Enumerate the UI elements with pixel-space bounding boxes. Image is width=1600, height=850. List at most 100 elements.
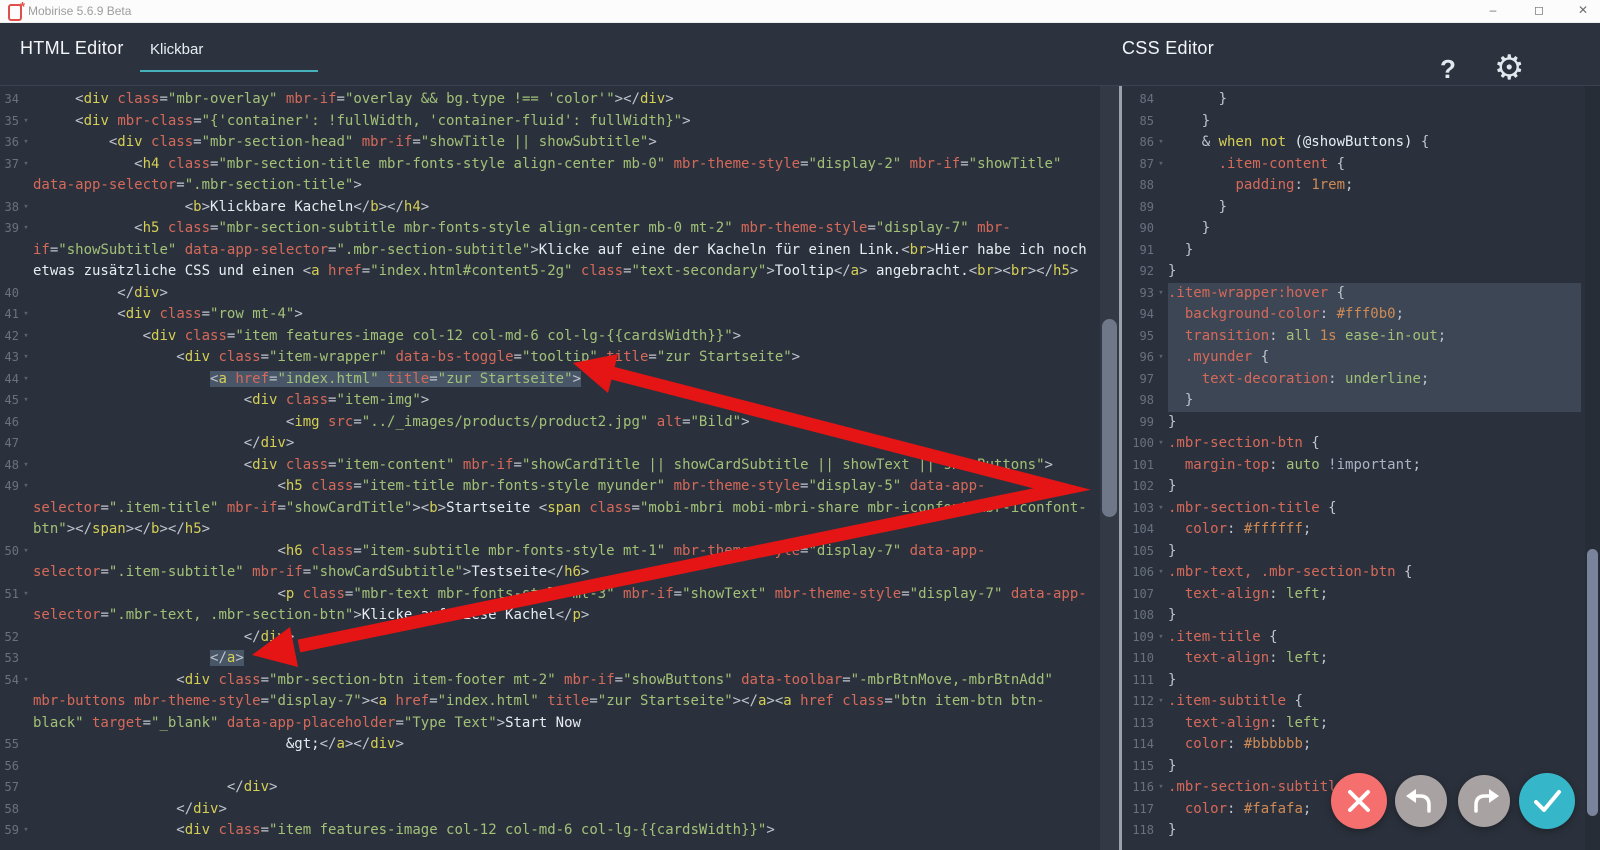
settings-gear-icon[interactable]: ⚙ <box>1494 48 1524 88</box>
fold-arrow-icon[interactable]: ▾ <box>1154 433 1168 455</box>
code-line[interactable]: 87▾ .item-content { <box>1122 154 1600 176</box>
code-line[interactable]: 111} <box>1122 670 1600 692</box>
code-line[interactable]: 43▾ <div class="item-wrapper" data-bs-to… <box>0 347 1119 369</box>
scrollbar-thumb[interactable] <box>1587 549 1598 816</box>
code-line[interactable]: 104 color: #ffffff; <box>1122 519 1600 541</box>
fold-arrow-icon[interactable]: ▾ <box>1154 691 1168 713</box>
code-line[interactable]: 102} <box>1122 476 1600 498</box>
code-line[interactable]: 41▾ <div class="row mt-4"> <box>0 304 1119 326</box>
fold-arrow-icon[interactable]: ▾ <box>19 304 33 326</box>
code-line[interactable]: 92} <box>1122 261 1600 283</box>
code-line[interactable]: 84 } <box>1122 89 1600 111</box>
fold-arrow-icon[interactable]: ▾ <box>1154 154 1168 176</box>
minimize-button[interactable]: – <box>1478 0 1508 22</box>
code-line[interactable]: 48▾ <div class="item-content" mbr-if="sh… <box>0 455 1119 477</box>
fold-arrow-icon[interactable]: ▾ <box>19 584 33 606</box>
fold-arrow-icon[interactable]: ▾ <box>19 476 33 498</box>
code-line[interactable]: 106▾.mbr-text, .mbr-section-btn { <box>1122 562 1600 584</box>
code-line[interactable]: 35▾ <div mbr-class="{'container': !fullW… <box>0 111 1119 133</box>
discard-button[interactable] <box>1331 773 1387 829</box>
css-editor-scrollbar[interactable] <box>1585 86 1600 850</box>
fold-arrow-icon[interactable]: ▾ <box>19 347 33 369</box>
fold-arrow-icon[interactable]: ▾ <box>19 218 33 240</box>
redo-button[interactable] <box>1458 775 1510 827</box>
code-line[interactable]: 107 text-align: left; <box>1122 584 1600 606</box>
code-line[interactable]: 47 </div> <box>0 433 1119 455</box>
fold-arrow-icon[interactable]: ▾ <box>1154 562 1168 584</box>
code-line[interactable]: 39▾ <h5 class="mbr-section-subtitle mbr-… <box>0 218 1119 283</box>
code-line[interactable]: 86▾ & when not (@showButtons) { <box>1122 132 1600 154</box>
maximize-button[interactable]: ◻ <box>1524 0 1554 22</box>
code-line[interactable]: 112▾.item-subtitle { <box>1122 691 1600 713</box>
code-line[interactable]: 37▾ <h4 class="mbr-section-title mbr-fon… <box>0 154 1119 197</box>
code-line[interactable]: 58 </div> <box>0 799 1119 821</box>
html-code-editor[interactable]: 34 <div class="mbr-overlay" mbr-if="over… <box>0 86 1119 850</box>
code-line[interactable]: 40 </div> <box>0 283 1119 305</box>
code-line[interactable]: 105} <box>1122 541 1600 563</box>
fold-arrow-icon[interactable]: ▾ <box>19 369 33 391</box>
code-line[interactable]: 42▾ <div class="item features-image col-… <box>0 326 1119 348</box>
close-window-button[interactable]: ✕ <box>1568 0 1598 22</box>
fold-arrow-icon[interactable]: ▾ <box>1154 627 1168 649</box>
css-code-editor[interactable]: 84 }85 }86▾ & when not (@showButtons) {8… <box>1122 86 1600 850</box>
code-line[interactable]: 114 color: #bbbbbb; <box>1122 734 1600 756</box>
fold-arrow-icon[interactable]: ▾ <box>1154 347 1168 369</box>
fold-arrow-icon[interactable]: ▾ <box>19 541 33 563</box>
fold-arrow-icon[interactable]: ▾ <box>19 326 33 348</box>
code-line[interactable]: 101 margin-top: auto !important; <box>1122 455 1600 477</box>
code-line[interactable]: 45▾ <div class="item-img"> <box>0 390 1119 412</box>
code-line[interactable]: 59▾ <div class="item features-image col-… <box>0 820 1119 842</box>
code-line[interactable]: 100▾.mbr-section-btn { <box>1122 433 1600 455</box>
code-line[interactable]: 53 </a> <box>0 648 1119 670</box>
code-line[interactable]: 91 } <box>1122 240 1600 262</box>
undo-button[interactable] <box>1395 775 1447 827</box>
code-line[interactable]: 90 } <box>1122 218 1600 240</box>
code-line[interactable]: 98 } <box>1122 390 1600 412</box>
code-line[interactable]: 54▾ <div class="mbr-section-btn item-foo… <box>0 670 1119 735</box>
scrollbar-thumb[interactable] <box>1102 319 1117 517</box>
html-editor-scrollbar[interactable] <box>1100 86 1119 850</box>
code-line[interactable]: 97 text-decoration: underline; <box>1122 369 1600 391</box>
code-line[interactable]: 95 transition: all 1s ease-in-out; <box>1122 326 1600 348</box>
code-line[interactable]: 50▾ <h6 class="item-subtitle mbr-fonts-s… <box>0 541 1119 584</box>
fold-arrow-icon[interactable]: ▾ <box>1154 132 1168 154</box>
code-line[interactable]: 56 <box>0 756 1119 778</box>
fold-arrow-icon[interactable]: ▾ <box>19 132 33 154</box>
code-line[interactable]: 44▾ <a href="index.html" title="zur Star… <box>0 369 1119 391</box>
code-line[interactable]: 85 } <box>1122 111 1600 133</box>
fold-arrow-icon[interactable]: ▾ <box>1154 498 1168 520</box>
fold-arrow-icon[interactable]: ▾ <box>1154 283 1168 305</box>
fold-arrow-icon[interactable]: ▾ <box>19 670 33 692</box>
code-line[interactable]: 55 &gt;</a></div> <box>0 734 1119 756</box>
code-line[interactable]: 51▾ <p class="mbr-text mbr-fonts-style m… <box>0 584 1119 627</box>
apply-button[interactable] <box>1519 773 1575 829</box>
code-line[interactable]: 52 </div> <box>0 627 1119 649</box>
fold-arrow-icon[interactable]: ▾ <box>1154 777 1168 799</box>
code-line[interactable]: 96▾ .myunder { <box>1122 347 1600 369</box>
code-line[interactable]: 94 background-color: #fff0b0; <box>1122 304 1600 326</box>
fold-arrow-icon[interactable]: ▾ <box>19 197 33 219</box>
code-line[interactable]: 103▾.mbr-section-title { <box>1122 498 1600 520</box>
code-line[interactable]: 108} <box>1122 605 1600 627</box>
code-text: <h5 class="mbr-section-subtitle mbr-font… <box>33 218 1095 283</box>
tab-klickbar[interactable]: Klickbar <box>140 34 318 72</box>
fold-arrow-icon[interactable]: ▾ <box>19 111 33 133</box>
code-line[interactable]: 113 text-align: left; <box>1122 713 1600 735</box>
code-line[interactable]: 57 </div> <box>0 777 1119 799</box>
fold-arrow-icon[interactable]: ▾ <box>19 390 33 412</box>
help-icon[interactable]: ? <box>1440 54 1456 85</box>
code-line[interactable]: 110 text-align: left; <box>1122 648 1600 670</box>
code-line[interactable]: 88 padding: 1rem; <box>1122 175 1600 197</box>
code-line[interactable]: 89 } <box>1122 197 1600 219</box>
code-line[interactable]: 49▾ <h5 class="item-title mbr-fonts-styl… <box>0 476 1119 541</box>
code-line[interactable]: 34 <div class="mbr-overlay" mbr-if="over… <box>0 89 1119 111</box>
code-line[interactable]: 109▾.item-title { <box>1122 627 1600 649</box>
code-line[interactable]: 46 <img src="../_images/products/product… <box>0 412 1119 434</box>
fold-arrow-icon[interactable]: ▾ <box>19 154 33 176</box>
code-line[interactable]: 38▾ <b>Klickbare Kacheln</b></h4> <box>0 197 1119 219</box>
fold-arrow-icon[interactable]: ▾ <box>19 455 33 477</box>
code-line[interactable]: 99} <box>1122 412 1600 434</box>
code-line[interactable]: 36▾ <div class="mbr-section-head" mbr-if… <box>0 132 1119 154</box>
fold-arrow-icon[interactable]: ▾ <box>19 820 33 842</box>
code-line[interactable]: 93▾.item-wrapper:hover { <box>1122 283 1600 305</box>
